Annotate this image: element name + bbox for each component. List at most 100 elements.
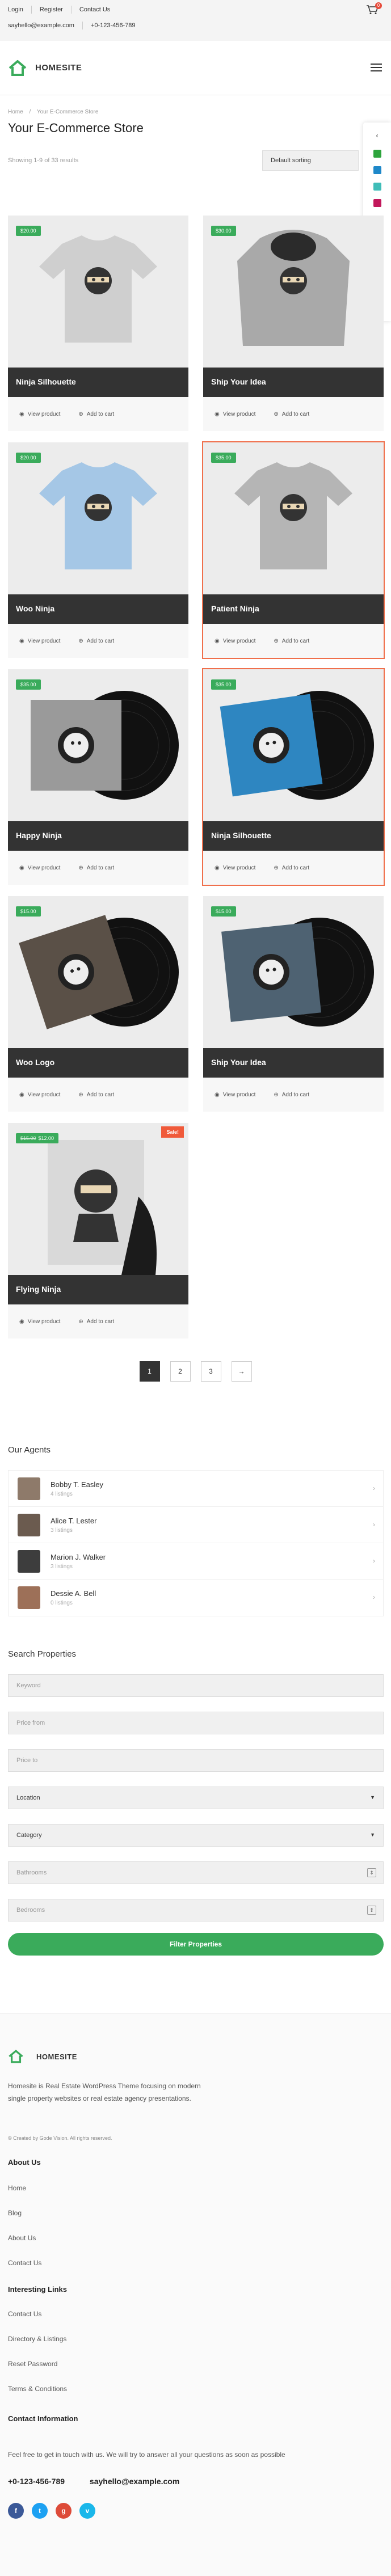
- results-bar: Showing 1-9 of 33 results Default sortin…: [0, 136, 391, 171]
- cart-button[interactable]: 0: [366, 2, 382, 15]
- product-card[interactable]: $15.00 $12.00 Sale! Flying Ninja ◉ View produ…: [8, 1123, 188, 1338]
- footer-logo[interactable]: HOMESITE: [8, 2049, 77, 2064]
- view-product-button[interactable]: ◉ View product: [19, 1319, 60, 1325]
- product-image[interactable]: [203, 442, 384, 594]
- view-product-button[interactable]: ◉ View product: [19, 411, 60, 417]
- product-image[interactable]: [8, 1123, 188, 1275]
- add-to-cart-button[interactable]: ⊕ Add to cart: [274, 865, 309, 871]
- add-to-cart-button[interactable]: ⊕ Add to cart: [274, 638, 309, 644]
- cart-icon: ⊕: [78, 864, 83, 871]
- add-to-cart-button[interactable]: ⊕ Add to cart: [78, 638, 114, 644]
- product-card[interactable]: $20.00 Ninja Silhouette ◉ View product ⊕ Add …: [8, 216, 188, 431]
- footer-email[interactable]: sayhello@example.com: [90, 2477, 179, 2486]
- bathrooms-input[interactable]: Bathrooms ⇕: [8, 1861, 384, 1884]
- add-to-cart-button[interactable]: ⊕ Add to cart: [78, 865, 114, 871]
- price-to-input[interactable]: Price to: [8, 1749, 384, 1772]
- add-to-cart-button[interactable]: ⊕ Add to cart: [78, 1319, 114, 1325]
- color-swatch-3[interactable]: [373, 183, 381, 191]
- filter-properties-button[interactable]: Filter Properties: [8, 1933, 384, 1956]
- color-swatch-1[interactable]: [373, 150, 381, 158]
- view-product-button[interactable]: ◉ View product: [215, 865, 255, 871]
- product-title[interactable]: Ninja Silhouette: [203, 821, 384, 851]
- page-3-button[interactable]: 3: [200, 1361, 221, 1382]
- menu-toggle-button[interactable]: [371, 64, 382, 73]
- contact-link[interactable]: Contact Us: [79, 6, 118, 14]
- bedrooms-input[interactable]: Bedrooms ⇕: [8, 1899, 384, 1922]
- twitter-icon[interactable]: t: [32, 2503, 48, 2519]
- footer-link-about[interactable]: About Us: [8, 2234, 36, 2242]
- product-image[interactable]: [8, 896, 188, 1048]
- product-image[interactable]: [203, 669, 384, 821]
- add-to-cart-button[interactable]: ⊕ Add to cart: [274, 411, 309, 417]
- footer-link-terms[interactable]: Terms & Conditions: [8, 2385, 67, 2393]
- product-title[interactable]: Happy Ninja: [8, 821, 188, 851]
- stepper-icon[interactable]: ⇕: [367, 1868, 376, 1877]
- view-product-button[interactable]: ◉ View product: [215, 638, 255, 644]
- color-swatch-2[interactable]: [373, 166, 381, 174]
- category-select[interactable]: Category ▼: [8, 1824, 384, 1847]
- agent-avatar: [18, 1586, 40, 1609]
- add-to-cart-button[interactable]: ⊕ Add to cart: [78, 411, 114, 417]
- product-title[interactable]: Woo Ninja: [8, 594, 188, 624]
- product-actions: ◉ View product ⊕ Add to cart: [203, 624, 384, 658]
- topbar-email[interactable]: sayhello@example.com: [8, 22, 83, 29]
- google-plus-icon[interactable]: g: [56, 2503, 72, 2519]
- agent-item[interactable]: Bobby T. Easley 4 listings ›: [9, 1471, 383, 1507]
- view-product-button[interactable]: ◉ View product: [19, 865, 60, 871]
- product-title[interactable]: Ship Your Idea: [203, 1048, 384, 1078]
- vimeo-icon[interactable]: v: [79, 2503, 95, 2519]
- footer-link-home[interactable]: Home: [8, 2184, 26, 2192]
- add-to-cart-button[interactable]: ⊕ Add to cart: [274, 1092, 309, 1098]
- add-to-cart-button[interactable]: ⊕ Add to cart: [78, 1092, 114, 1098]
- view-product-button[interactable]: ◉ View product: [19, 638, 60, 644]
- agent-item[interactable]: Alice T. Lester 3 listings ›: [9, 1507, 383, 1543]
- color-swatch-4[interactable]: [373, 199, 381, 207]
- product-card[interactable]: $20.00 Woo Ninja ◉ View product ⊕ Add to cart: [8, 442, 188, 658]
- footer-link-directory[interactable]: Directory & Listings: [8, 2335, 66, 2343]
- footer-phone[interactable]: +0-123-456-789: [8, 2477, 65, 2486]
- product-card[interactable]: $35.00 Ninja Silhouette ◉ View product ⊕ Add …: [202, 668, 385, 886]
- product-title[interactable]: Ninja Silhouette: [8, 368, 188, 397]
- agent-item[interactable]: Dessie A. Bell 0 listings ›: [9, 1580, 383, 1616]
- login-link[interactable]: Login: [8, 6, 32, 14]
- product-card[interactable]: $15.00 Woo Logo ◉ View product ⊕ Add to cart: [8, 896, 188, 1112]
- product-card[interactable]: $35.00 Patient Ninja ◉ View product ⊕ Add to …: [202, 441, 385, 659]
- product-title[interactable]: Patient Ninja: [203, 594, 384, 624]
- product-card[interactable]: $30.00 Ship Your Idea ◉ View product ⊕ Add to…: [203, 216, 384, 431]
- price-from-input[interactable]: Price from: [8, 1712, 384, 1734]
- cart-icon: ⊕: [78, 1091, 83, 1098]
- chevron-right-icon: ›: [373, 1557, 375, 1565]
- page-2-button[interactable]: 2: [170, 1361, 191, 1382]
- product-image[interactable]: [203, 216, 384, 368]
- product-actions: ◉ View product ⊕ Add to cart: [8, 851, 188, 885]
- keyword-input[interactable]: Keyword: [8, 1674, 384, 1697]
- site-logo[interactable]: HOMESITE: [8, 60, 82, 77]
- footer-link-contact[interactable]: Contact Us: [8, 2259, 41, 2267]
- view-product-button[interactable]: ◉ View product: [215, 411, 255, 417]
- product-card[interactable]: $35.00 Happy Ninja ◉ View product ⊕ Add to ca…: [8, 669, 188, 885]
- facebook-icon[interactable]: f: [8, 2503, 24, 2519]
- page-1-button[interactable]: 1: [139, 1361, 160, 1382]
- stepper-icon[interactable]: ⇕: [367, 1906, 376, 1915]
- view-product-button[interactable]: ◉ View product: [215, 1092, 255, 1098]
- next-page-button[interactable]: →: [231, 1361, 252, 1382]
- product-title[interactable]: Woo Logo: [8, 1048, 188, 1078]
- product-title[interactable]: Flying Ninja: [8, 1275, 188, 1304]
- agent-item[interactable]: Marion J. Walker 3 listings ›: [9, 1543, 383, 1580]
- product-image[interactable]: [8, 669, 188, 821]
- product-title[interactable]: Ship Your Idea: [203, 368, 384, 397]
- sorting-select[interactable]: Default sorting: [262, 150, 359, 171]
- product-image[interactable]: [8, 442, 188, 594]
- footer-link-blog[interactable]: Blog: [8, 2209, 22, 2217]
- footer-link-reset-password[interactable]: Reset Password: [8, 2360, 57, 2368]
- topbar-phone[interactable]: +0-123-456-789: [91, 22, 144, 29]
- location-select[interactable]: Location ▼: [8, 1787, 384, 1809]
- breadcrumb-home[interactable]: Home: [8, 109, 23, 115]
- product-image[interactable]: [203, 896, 384, 1048]
- chevron-left-icon[interactable]: ‹: [363, 132, 391, 140]
- view-product-button[interactable]: ◉ View product: [19, 1092, 60, 1098]
- register-link[interactable]: Register: [40, 6, 72, 14]
- footer-link-contact-us[interactable]: Contact Us: [8, 2310, 41, 2318]
- product-card[interactable]: $15.00 Ship Your Idea ◉ View product ⊕ Add to…: [203, 896, 384, 1112]
- product-image[interactable]: [8, 216, 188, 368]
